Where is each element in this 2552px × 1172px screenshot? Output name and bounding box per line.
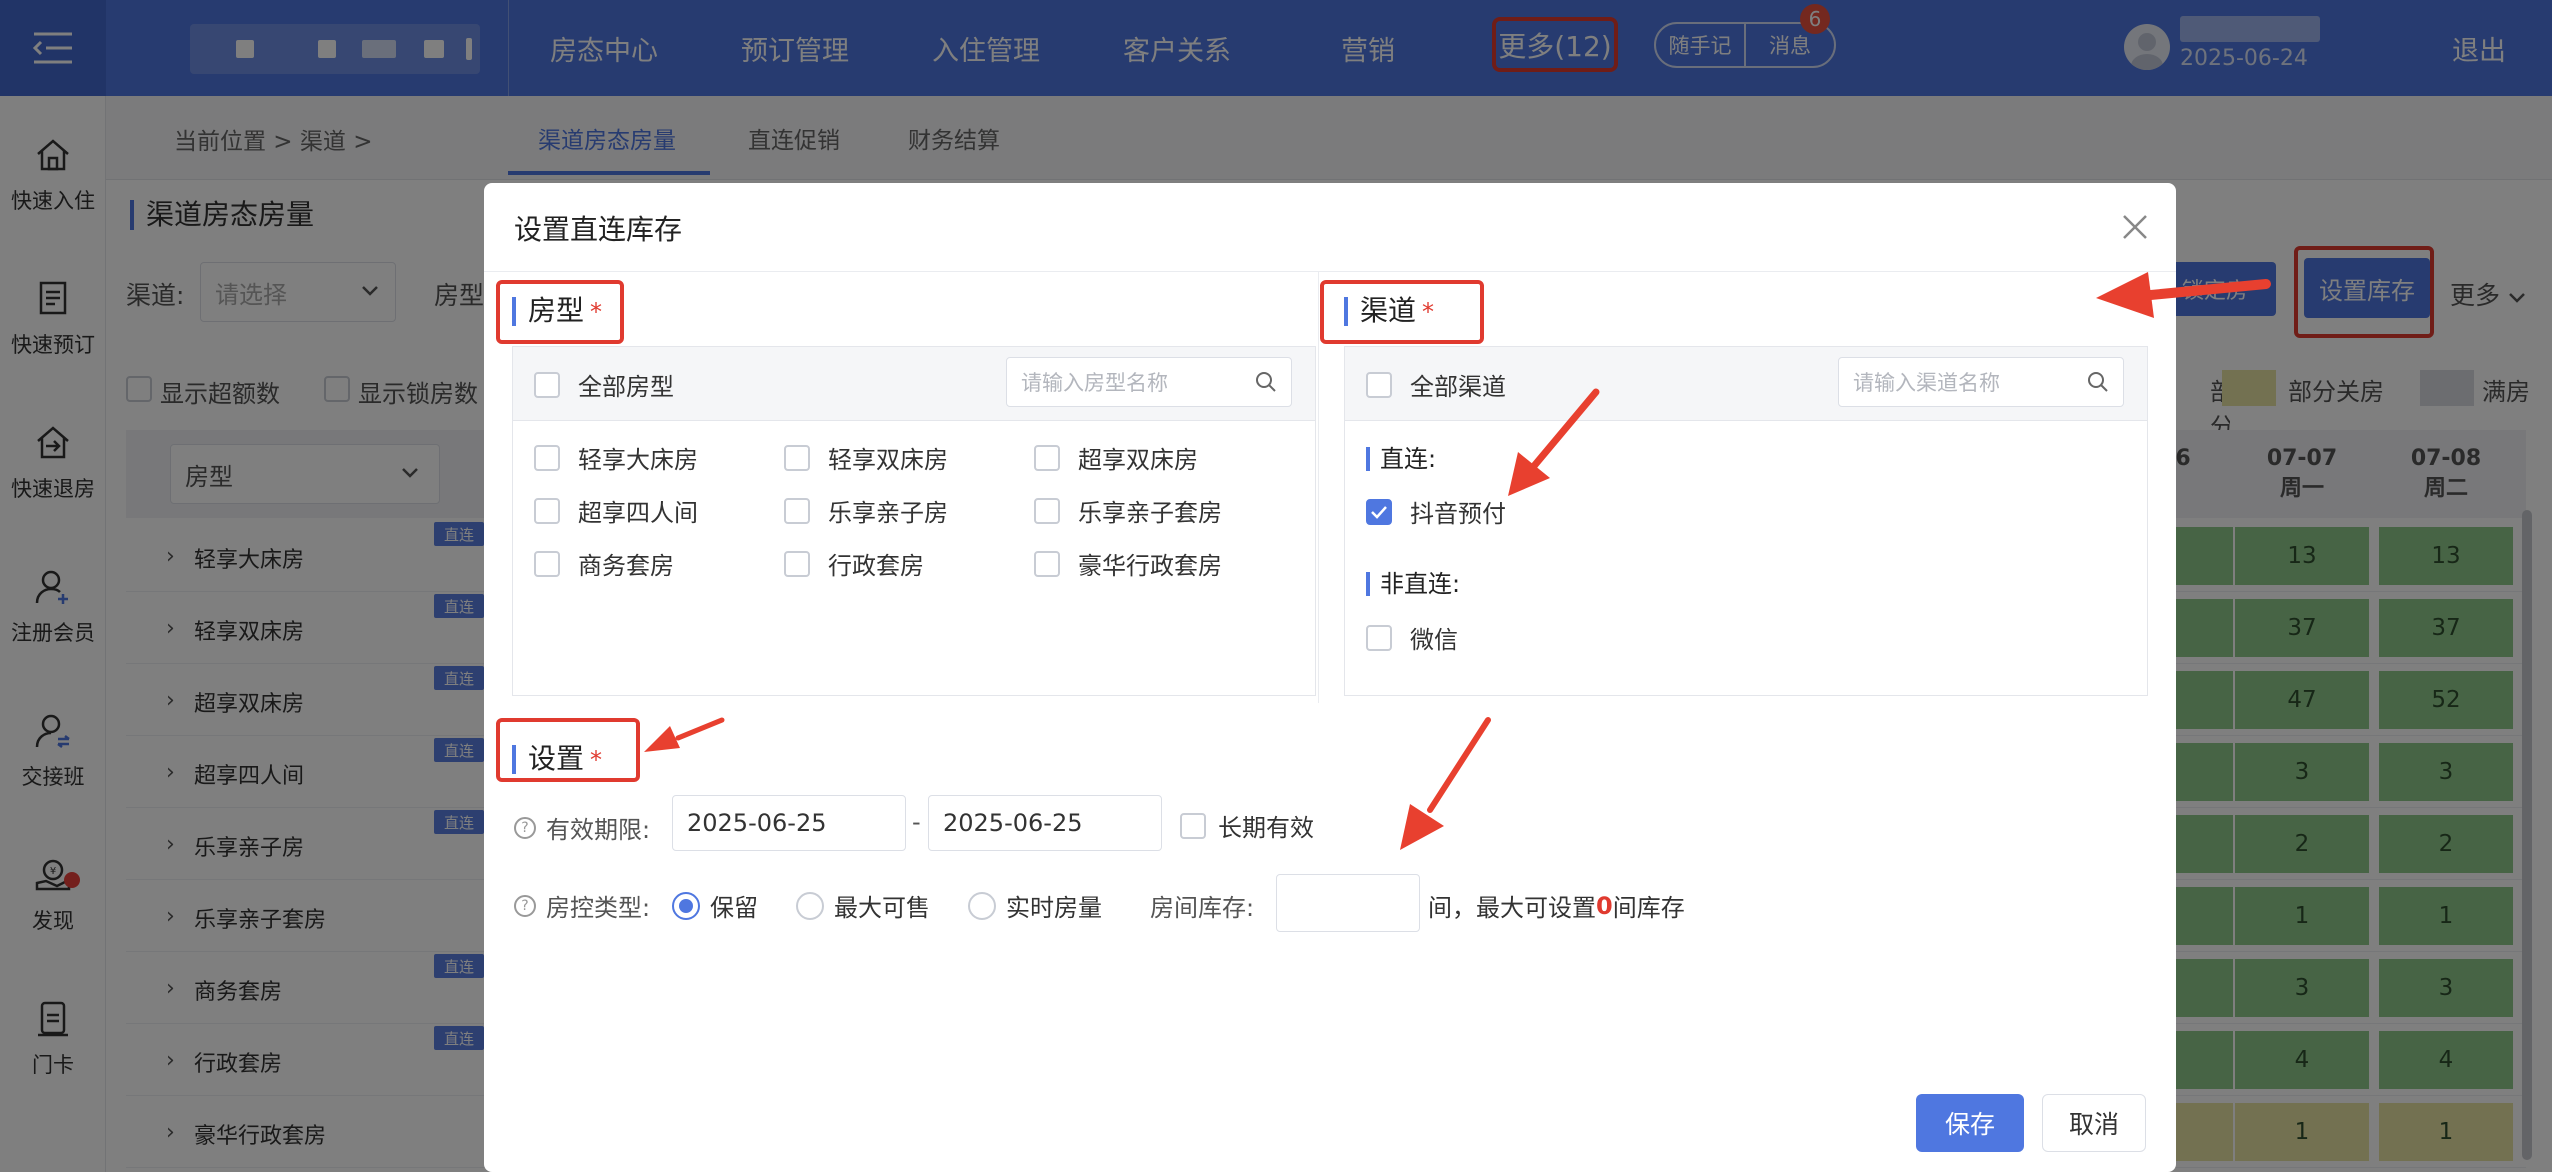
roomtype-checkbox[interactable]	[1034, 550, 1060, 577]
stock-input[interactable]	[1276, 874, 1420, 932]
option-label: 轻享双床房	[828, 446, 948, 474]
help-icon: ?	[514, 894, 536, 917]
dialog-title: 设置直连库存	[514, 213, 683, 246]
search-placeholder: 请输入渠道名称	[1853, 371, 2000, 395]
option-label: 轻享大床房	[578, 446, 698, 474]
stock-label: 房间库存:	[1150, 894, 1255, 922]
cancel-button[interactable]: 取消	[2042, 1094, 2146, 1152]
roomtype-checkbox[interactable]	[784, 497, 810, 524]
roomtype-option[interactable]: 商务套房	[534, 546, 674, 581]
option-label: 保留	[710, 894, 758, 922]
stock-hint-pre: 间，最大可设置	[1428, 894, 1596, 922]
control-type-label: ? 房控类型:	[514, 888, 650, 923]
roomtype-checkbox[interactable]	[784, 444, 810, 471]
control-option-realtime[interactable]: 实时房量	[968, 888, 1102, 923]
option-label: 实时房量	[1006, 894, 1102, 922]
radio-button[interactable]	[672, 891, 700, 920]
roomtype-checkbox[interactable]	[534, 444, 560, 471]
channel-section-highlight	[1320, 280, 1484, 344]
roomtype-option[interactable]: 轻享大床房	[534, 440, 698, 475]
validity-label-text: 有效期限:	[546, 816, 651, 844]
option-label: 商务套房	[578, 552, 674, 580]
option-label: 微信	[1410, 626, 1458, 654]
option-label: 抖音预付	[1410, 500, 1506, 528]
option-label: 超享四人间	[578, 499, 698, 527]
roomtype-option[interactable]: 超享双床房	[1034, 440, 1198, 475]
option-label: 全部房型	[578, 373, 674, 401]
roomtype-option[interactable]: 乐享亲子房	[784, 493, 948, 528]
close-button[interactable]	[2118, 210, 2152, 244]
checkmark-icon	[1371, 505, 1387, 519]
search-placeholder: 请输入房型名称	[1021, 371, 1168, 395]
control-option-reserve[interactable]: 保留	[672, 888, 758, 923]
option-label: 全部渠道	[1410, 373, 1506, 401]
dialog-divider	[484, 271, 2176, 272]
roomtype-section-highlight	[496, 280, 624, 344]
close-icon	[2123, 215, 2147, 239]
roomtype-search-input[interactable]: 请输入房型名称	[1006, 357, 1292, 407]
roomtype-option[interactable]: 乐享亲子套房	[1034, 493, 1222, 528]
roomtype-option[interactable]: 豪华行政套房	[1034, 546, 1222, 581]
all-channels-option[interactable]: 全部渠道	[1366, 367, 1506, 402]
direct-group-label: 直连:	[1366, 447, 1436, 471]
option-label: 乐享亲子套房	[1078, 499, 1222, 527]
date-separator: -	[912, 808, 921, 836]
dialog-column-divider	[1318, 271, 1319, 703]
radio-button[interactable]	[796, 891, 824, 920]
all-channels-checkbox[interactable]	[1366, 371, 1392, 398]
control-option-max-sell[interactable]: 最大可售	[796, 888, 930, 923]
control-type-label-text: 房控类型:	[546, 894, 651, 922]
option-label: 豪华行政套房	[1078, 552, 1222, 580]
help-icon: ?	[514, 816, 536, 839]
roomtype-checkbox[interactable]	[1034, 444, 1060, 471]
roomtype-checkbox[interactable]	[1034, 497, 1060, 524]
option-label: 乐享亲子房	[828, 499, 948, 527]
option-label: 最大可售	[834, 894, 930, 922]
nondirect-group-label: 非直连:	[1366, 572, 1460, 596]
roomtype-checkbox[interactable]	[784, 550, 810, 577]
date-to-input[interactable]: 2025-06-25	[928, 795, 1162, 851]
roomtype-checkbox[interactable]	[534, 550, 560, 577]
roomtype-option[interactable]: 超享四人间	[534, 493, 698, 528]
direct-channel-checkbox[interactable]	[1366, 498, 1392, 525]
long-term-checkbox[interactable]	[1180, 812, 1206, 839]
settings-section-highlight	[496, 718, 640, 782]
option-label: 行政套房	[828, 552, 924, 580]
stock-hint: 间，最大可设置 0 间库存	[1428, 888, 1685, 923]
channel-search-input[interactable]: 请输入渠道名称	[1838, 357, 2124, 407]
stock-hint-max: 0	[1596, 891, 1613, 920]
option-label: 超享双床房	[1078, 446, 1198, 474]
option-label: 长期有效	[1218, 814, 1314, 842]
roomtype-checkbox[interactable]	[534, 497, 560, 524]
radio-button[interactable]	[968, 891, 996, 920]
long-term-option[interactable]: 长期有效	[1180, 808, 1314, 843]
search-icon	[2088, 372, 2108, 392]
nondirect-channel-option[interactable]: 微信	[1366, 620, 1458, 655]
nondirect-channel-checkbox[interactable]	[1366, 624, 1392, 651]
date-from-input[interactable]: 2025-06-25	[672, 795, 906, 851]
all-roomtypes-option[interactable]: 全部房型	[534, 367, 674, 402]
roomtype-option[interactable]: 轻享双床房	[784, 440, 948, 475]
direct-channel-option[interactable]: 抖音预付	[1366, 494, 1506, 529]
search-icon	[1256, 372, 1276, 392]
all-roomtypes-checkbox[interactable]	[534, 371, 560, 398]
stock-hint-post: 间库存	[1612, 894, 1685, 922]
roomtype-option[interactable]: 行政套房	[784, 546, 924, 581]
save-button[interactable]: 保存	[1916, 1094, 2024, 1152]
validity-label: ? 有效期限:	[514, 810, 650, 845]
